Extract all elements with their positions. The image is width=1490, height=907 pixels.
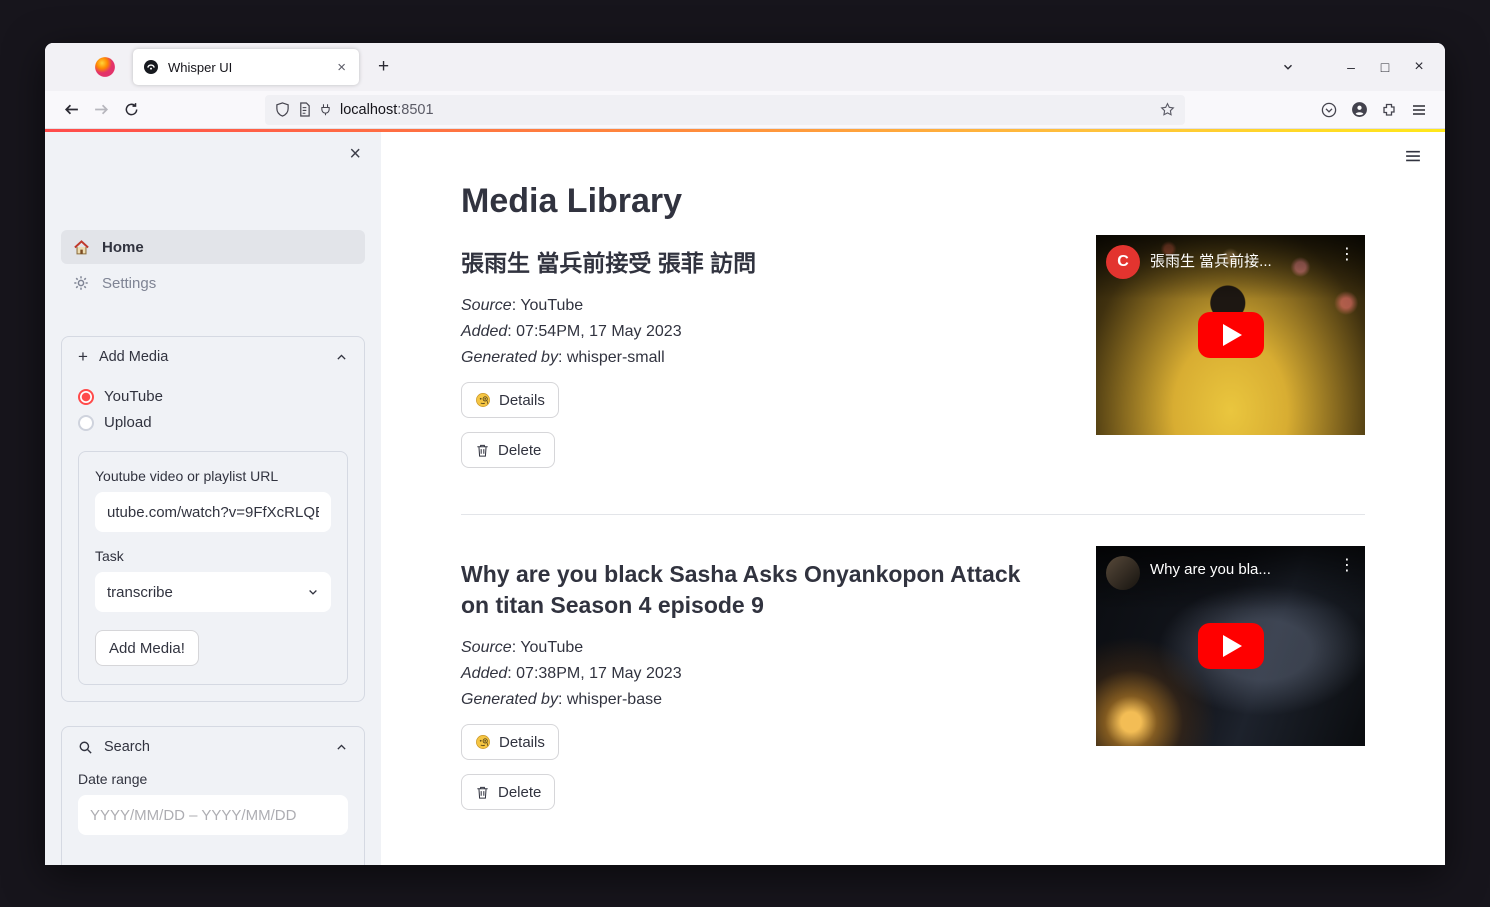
reader-page-icon[interactable] xyxy=(298,102,311,117)
tab-strip: Whisper UI × + – □ × xyxy=(45,43,1445,91)
details-button[interactable]: Details xyxy=(461,382,559,418)
add-media-expander-header[interactable]: + Add Media xyxy=(62,337,364,377)
browser-menu-hamburger-icon[interactable] xyxy=(1405,96,1433,124)
window-close-button[interactable]: × xyxy=(1407,55,1431,79)
sidebar: × Home Settings + xyxy=(45,132,381,865)
plus-icon: + xyxy=(78,350,88,364)
media-generated-by: Generated by: whisper-small xyxy=(461,348,1040,368)
browser-toolbar: localhost:8501 xyxy=(45,91,1445,129)
media-added: Added: 07:38PM, 17 May 2023 xyxy=(461,664,1040,684)
window-maximize-button[interactable]: □ xyxy=(1373,55,1397,79)
browser-window: Whisper UI × + – □ × loca xyxy=(45,43,1445,865)
trash-icon xyxy=(475,785,490,800)
home-icon xyxy=(73,239,90,256)
account-icon[interactable] xyxy=(1345,96,1373,124)
sidebar-nav: Home Settings xyxy=(61,230,365,300)
url-text: localhost:8501 xyxy=(340,102,1152,118)
extensions-puzzle-icon[interactable] xyxy=(1375,96,1403,124)
media-generated-by: Generated by: whisper-base xyxy=(461,690,1040,710)
channel-avatar[interactable]: C xyxy=(1106,245,1140,279)
gear-icon xyxy=(73,275,90,291)
add-media-button[interactable]: Add Media! xyxy=(95,630,199,666)
task-label: Task xyxy=(95,548,331,564)
sidebar-item-settings[interactable]: Settings xyxy=(61,266,365,300)
video-menu-kebab-icon[interactable]: ⋮ xyxy=(1339,248,1355,262)
tab-favicon-icon xyxy=(143,59,159,75)
media-item: 張雨生 當兵前接受 張菲 訪問 Source: YouTube Added: 0… xyxy=(461,248,1365,468)
media-title: 張雨生 當兵前接受 張菲 訪問 xyxy=(461,248,1021,278)
main-content: Media Library 張雨生 當兵前接受 張菲 訪問 Source: Yo… xyxy=(381,132,1445,865)
details-button[interactable]: Details xyxy=(461,724,559,760)
sidebar-item-label: Home xyxy=(102,239,144,256)
sidebar-item-home[interactable]: Home xyxy=(61,230,365,264)
forward-button-icon[interactable] xyxy=(87,96,115,124)
chevron-up-icon xyxy=(335,741,348,754)
streamlit-menu-hamburger-icon[interactable] xyxy=(1403,146,1423,166)
youtube-url-input[interactable] xyxy=(95,492,331,532)
radio-upload[interactable]: Upload xyxy=(78,414,348,431)
date-range-input[interactable] xyxy=(78,795,348,835)
bookmark-star-icon[interactable] xyxy=(1160,102,1175,117)
delete-button[interactable]: Delete xyxy=(461,432,555,468)
date-range-label: Date range xyxy=(78,771,348,787)
window-minimize-button[interactable]: – xyxy=(1339,55,1363,79)
media-added: Added: 07:54PM, 17 May 2023 xyxy=(461,322,1040,342)
add-media-form: Youtube video or playlist URL Task trans… xyxy=(78,451,348,685)
firefox-view-icon[interactable] xyxy=(91,53,119,81)
tab-title: Whisper UI xyxy=(168,60,332,75)
monocle-face-icon xyxy=(475,734,491,750)
page-title: Media Library xyxy=(461,180,1365,222)
media-source: Source: YouTube xyxy=(461,638,1040,658)
youtube-url-label: Youtube video or playlist URL xyxy=(95,468,331,484)
monocle-face-icon xyxy=(475,392,491,408)
list-all-tabs-chevron-icon[interactable] xyxy=(1281,60,1295,74)
tab-close-icon[interactable]: × xyxy=(332,58,351,77)
task-select[interactable]: transcribe xyxy=(95,572,331,612)
play-button[interactable] xyxy=(1198,623,1264,669)
url-bar[interactable]: localhost:8501 xyxy=(265,95,1185,125)
sidebar-item-label: Settings xyxy=(102,275,156,292)
browser-tab-whisper-ui[interactable]: Whisper UI × xyxy=(133,49,359,85)
caret-down-icon xyxy=(307,586,319,598)
delete-button[interactable]: Delete xyxy=(461,774,555,810)
trash-icon xyxy=(475,443,490,458)
add-media-expander: + Add Media YouTube Upload You xyxy=(61,336,365,702)
search-expander: Search Date range xyxy=(61,726,365,865)
sidebar-close-icon[interactable]: × xyxy=(349,144,361,164)
media-source: Source: YouTube xyxy=(461,296,1040,316)
radio-selected-icon xyxy=(78,389,94,405)
chevron-up-icon xyxy=(335,351,348,364)
radio-unselected-icon xyxy=(78,415,94,431)
search-expander-header[interactable]: Search xyxy=(62,727,364,767)
video-title[interactable]: 張雨生 當兵前接... xyxy=(1150,250,1329,271)
video-menu-kebab-icon[interactable]: ⋮ xyxy=(1339,559,1355,573)
back-button-icon[interactable] xyxy=(57,96,85,124)
video-title[interactable]: Why are you bla... xyxy=(1150,561,1329,578)
divider xyxy=(461,514,1365,515)
reload-button-icon[interactable] xyxy=(117,96,145,124)
media-item: Why are you black Sasha Asks Onyankopon … xyxy=(461,559,1365,810)
youtube-player[interactable]: Why are you bla... ⋮ xyxy=(1096,546,1365,746)
insecure-connection-icon[interactable] xyxy=(319,103,332,116)
youtube-player[interactable]: C 張雨生 當兵前接... ⋮ xyxy=(1096,235,1365,435)
radio-youtube[interactable]: YouTube xyxy=(78,388,348,405)
permissions-shield-icon[interactable] xyxy=(275,102,290,117)
play-triangle-icon xyxy=(1223,324,1242,346)
channel-avatar[interactable] xyxy=(1106,556,1140,590)
play-triangle-icon xyxy=(1223,635,1242,657)
media-title: Why are you black Sasha Asks Onyankopon … xyxy=(461,559,1021,620)
pocket-icon[interactable] xyxy=(1315,96,1343,124)
search-icon xyxy=(78,740,93,755)
new-tab-button[interactable]: + xyxy=(369,54,398,80)
play-button[interactable] xyxy=(1198,312,1264,358)
